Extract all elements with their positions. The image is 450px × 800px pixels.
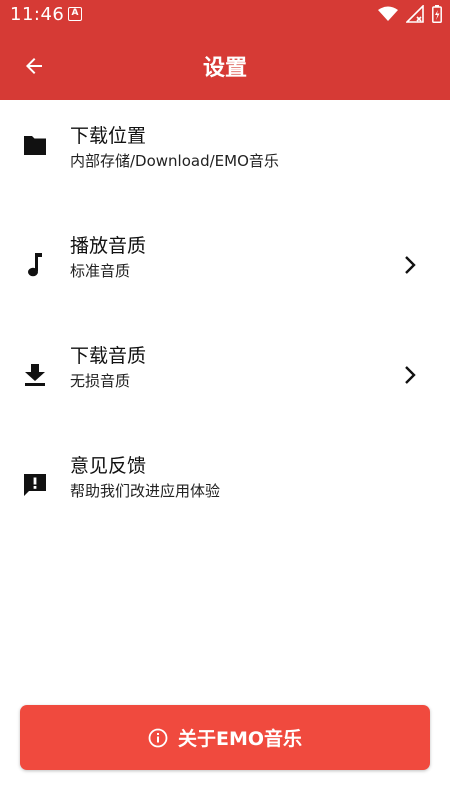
setting-download-quality[interactable]: 下载音质 无损音质 bbox=[0, 320, 450, 430]
setting-subtitle: 标准音质 bbox=[70, 262, 131, 280]
setting-subtitle: 无损音质 bbox=[70, 372, 131, 390]
wifi-icon bbox=[378, 6, 398, 21]
settings-list: 下载位置 内部存储/Download/EMO音乐 播放音质 标准音质 下载音质 bbox=[0, 100, 450, 540]
setting-subtitle: 内部存储/Download/EMO音乐 bbox=[70, 152, 279, 170]
folder-icon bbox=[20, 130, 50, 160]
app-bar: 设置 bbox=[0, 30, 450, 100]
setting-subtitle: 帮助我们改进应用体验 bbox=[70, 482, 221, 500]
signal-icon bbox=[406, 5, 424, 23]
status-bar: 11:46 A bbox=[0, 0, 450, 30]
setting-title: 下载位置 bbox=[70, 125, 147, 147]
setting-download-location[interactable]: 下载位置 内部存储/Download/EMO音乐 bbox=[0, 100, 450, 210]
download-icon bbox=[20, 360, 50, 390]
battery-icon bbox=[432, 5, 442, 23]
setting-title: 下载音质 bbox=[70, 345, 147, 367]
setting-playback-quality[interactable]: 播放音质 标准音质 bbox=[0, 210, 450, 320]
setting-title: 播放音质 bbox=[70, 235, 147, 257]
status-indicator-a: A bbox=[68, 7, 82, 21]
about-button-label: 关于EMO音乐 bbox=[177, 728, 303, 750]
status-icons bbox=[378, 5, 442, 23]
chevron-right-icon bbox=[398, 253, 422, 277]
setting-title: 意见反馈 bbox=[70, 455, 147, 477]
page-title: 设置 bbox=[202, 56, 247, 81]
chevron-right-icon bbox=[398, 363, 422, 387]
feedback-icon bbox=[20, 470, 50, 500]
about-button[interactable]: 关于EMO音乐 bbox=[20, 705, 430, 770]
setting-feedback[interactable]: 意见反馈 帮助我们改进应用体验 bbox=[0, 430, 450, 540]
info-icon bbox=[148, 728, 168, 747]
status-time: 11:46 bbox=[10, 4, 65, 25]
music-note-icon bbox=[20, 250, 50, 280]
